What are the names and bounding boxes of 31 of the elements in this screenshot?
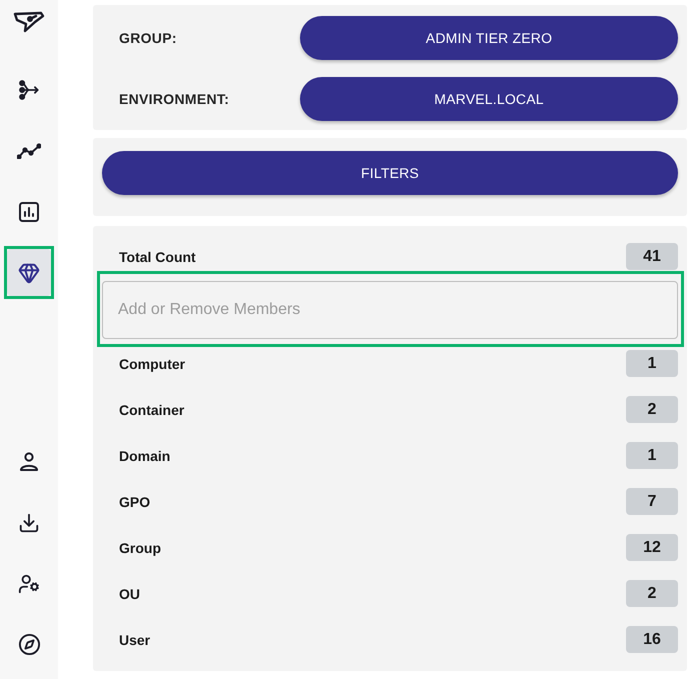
type-label: User	[119, 632, 150, 648]
user-icon	[19, 452, 39, 472]
count-badge: 2	[626, 396, 678, 423]
type-label: Container	[119, 402, 184, 418]
filters-button[interactable]: FILTERS	[102, 151, 678, 195]
bird-logo-icon[interactable]	[13, 11, 45, 33]
selector-label: ENVIRONMENT:	[119, 91, 230, 107]
branching-arrow-icon	[18, 78, 40, 100]
count-badge: 1	[626, 350, 678, 377]
selector-button[interactable]: MARVEL.LOCAL	[300, 77, 678, 121]
add-members-field[interactable]: Add or Remove Members	[102, 281, 678, 339]
count-badge: 12	[626, 534, 678, 561]
user-settings-icon	[18, 572, 40, 594]
type-label: Group	[119, 540, 161, 556]
diamond-icon	[18, 262, 40, 284]
compass-icon	[18, 633, 40, 656]
count-badge: 2	[626, 580, 678, 607]
type-label: Computer	[119, 356, 186, 372]
bar-chart-icon	[19, 202, 39, 222]
type-label: OU	[119, 586, 140, 602]
line-trend-icon	[17, 142, 41, 158]
count-badge: 41	[626, 243, 678, 270]
selector-button[interactable]: ADMIN TIER ZERO	[300, 16, 678, 60]
total-count-label: Total Count	[119, 248, 196, 264]
type-label: GPO	[119, 494, 150, 510]
download-icon	[18, 512, 40, 534]
type-label: Domain	[119, 448, 170, 464]
count-badge: 7	[626, 488, 678, 515]
count-badge: 1	[626, 442, 678, 469]
count-badge: 16	[626, 626, 678, 653]
selector-label: GROUP:	[119, 30, 178, 46]
